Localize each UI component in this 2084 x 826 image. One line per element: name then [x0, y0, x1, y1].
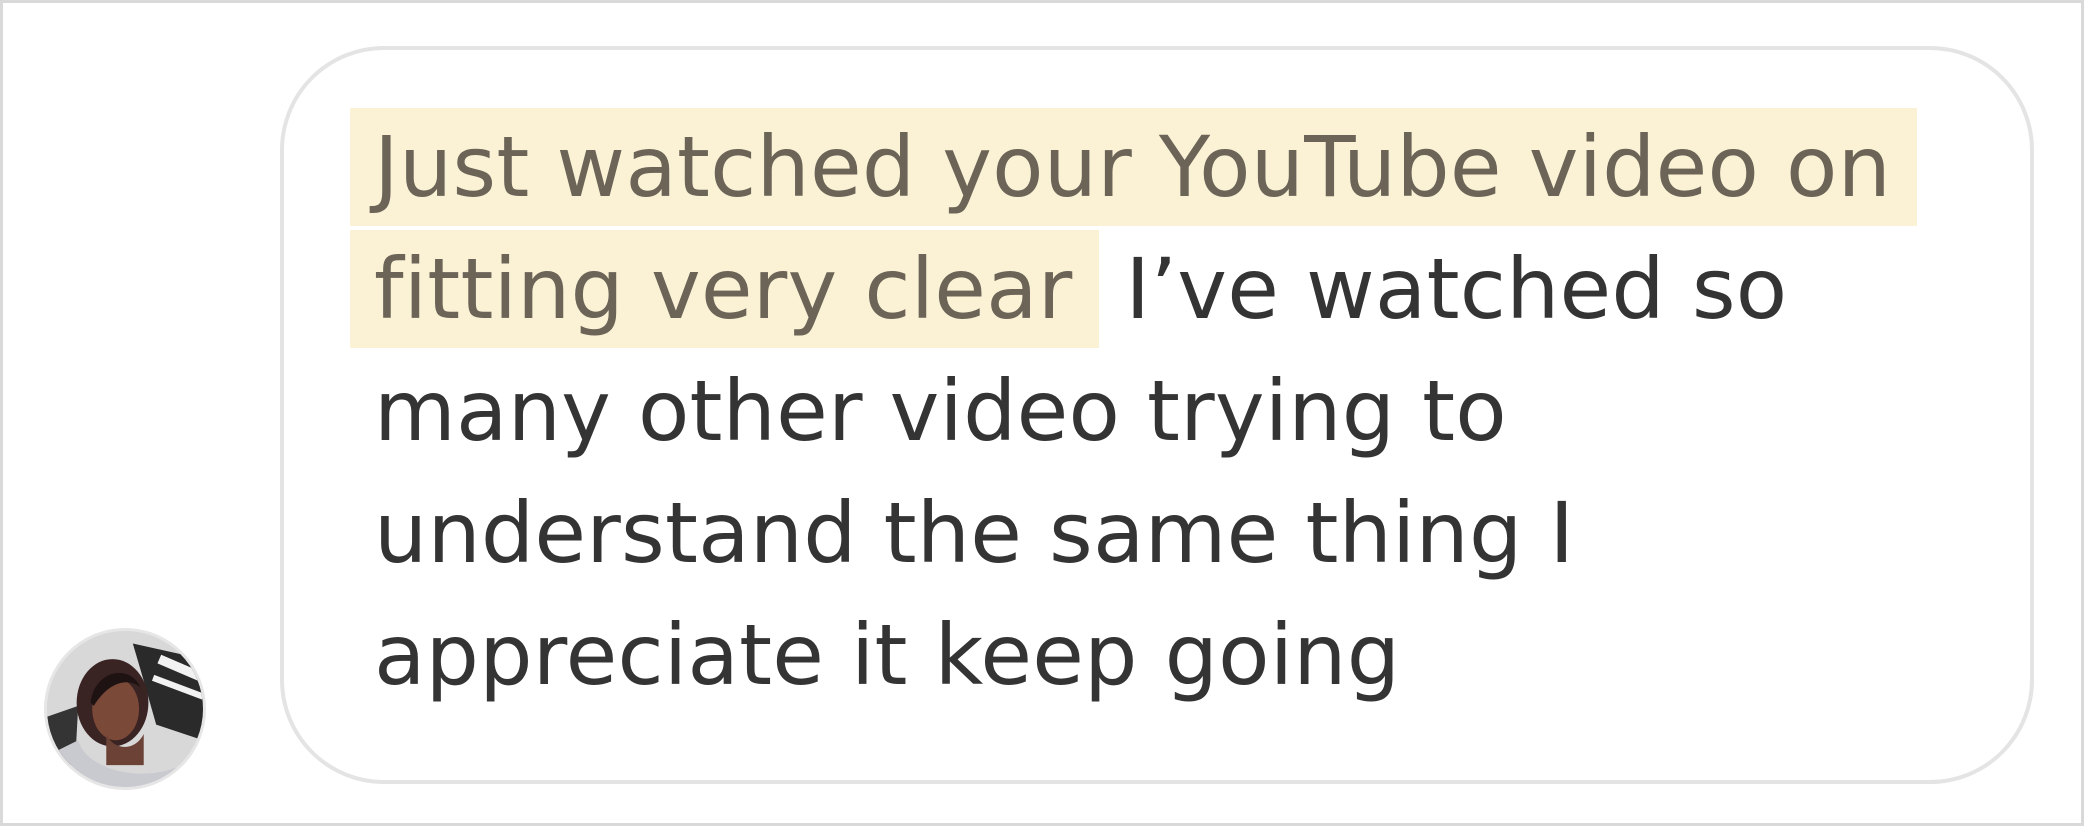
avatar[interactable] [44, 628, 206, 790]
message-text: Just watched your YouTube video on fitti… [350, 106, 1934, 716]
profile-photo-icon [47, 631, 203, 787]
